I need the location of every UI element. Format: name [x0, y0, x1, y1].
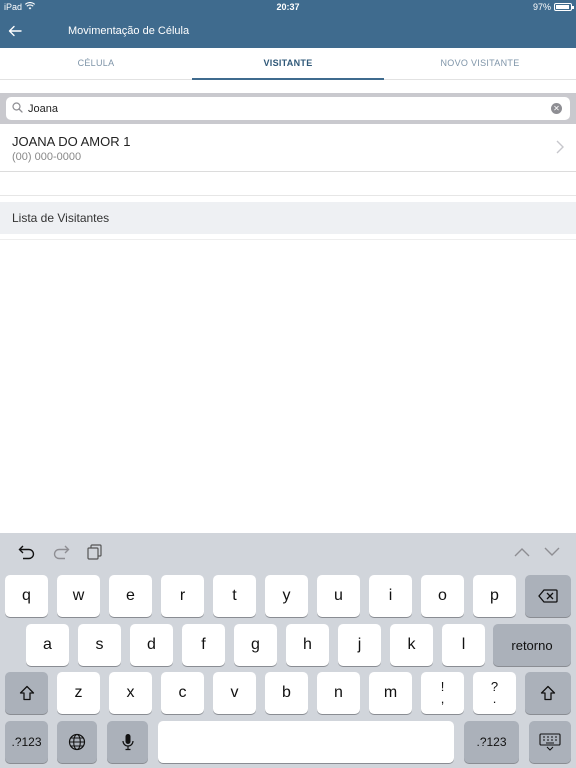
key-c[interactable]: c	[161, 672, 204, 714]
key-w[interactable]: w	[57, 575, 100, 617]
backspace-icon	[538, 589, 558, 603]
punct-bottom: .	[492, 691, 497, 706]
tab-bar: CÉLULA VISITANTE NOVO VISITANTE	[0, 48, 576, 80]
globe-icon	[68, 733, 86, 751]
section-header: Lista de Visitantes	[0, 202, 576, 234]
key-r[interactable]: r	[161, 575, 204, 617]
key-d[interactable]: d	[130, 624, 173, 666]
nav-bar: Movimentação de Célula	[0, 16, 576, 48]
key-n[interactable]: n	[317, 672, 360, 714]
shift-icon	[540, 685, 556, 701]
list-item[interactable]: JOANA DO AMOR 1 (00) 000-0000	[0, 124, 576, 172]
key-v[interactable]: v	[213, 672, 256, 714]
key-h[interactable]: h	[286, 624, 329, 666]
dictation-key[interactable]	[107, 721, 148, 763]
tab-celula[interactable]: CÉLULA	[0, 48, 192, 79]
key-k[interactable]: k	[390, 624, 433, 666]
key-question-period[interactable]: ? .	[473, 672, 516, 714]
dismiss-keyboard-key[interactable]	[529, 721, 571, 763]
arrow-left-icon	[8, 25, 22, 37]
space-bar[interactable]	[158, 721, 454, 763]
search-bar: ✕	[0, 93, 576, 124]
tab-visitante[interactable]: VISITANTE	[192, 48, 384, 80]
shift-key-left[interactable]	[5, 672, 48, 714]
divider	[0, 195, 576, 196]
keyboard: q w e r t y u i o p a s d f g h j k l re…	[0, 533, 576, 768]
delete-key[interactable]	[525, 575, 571, 617]
key-p[interactable]: p	[473, 575, 516, 617]
battery-icon	[554, 3, 574, 11]
section-title: Lista de Visitantes	[12, 211, 110, 225]
key-i[interactable]: i	[369, 575, 412, 617]
key-exclamation-comma[interactable]: ! ,	[421, 672, 464, 714]
undo-icon[interactable]	[18, 544, 36, 560]
key-o[interactable]: o	[421, 575, 464, 617]
search-field-container: ✕	[6, 97, 570, 120]
shift-key-right[interactable]	[525, 672, 571, 714]
page-title: Movimentação de Célula	[68, 25, 190, 37]
microphone-icon	[121, 734, 134, 751]
keyboard-toolbar	[0, 533, 576, 571]
key-m[interactable]: m	[369, 672, 412, 714]
key-q[interactable]: q	[5, 575, 48, 617]
key-x[interactable]: x	[109, 672, 152, 714]
shift-icon	[19, 685, 34, 701]
key-j[interactable]: j	[338, 624, 381, 666]
status-bar: iPad 20:37 97%	[0, 0, 576, 16]
battery-percent: 97%	[532, 2, 551, 12]
punct-bottom: ,	[440, 691, 445, 706]
clear-search-icon[interactable]: ✕	[551, 103, 562, 114]
search-input[interactable]	[28, 100, 548, 117]
visitor-phone: (00) 000-0000	[12, 151, 82, 163]
key-f[interactable]: f	[182, 624, 225, 666]
visitor-name: JOANA DO AMOR 1	[12, 134, 131, 149]
paste-icon[interactable]	[87, 544, 103, 560]
key-y[interactable]: y	[265, 575, 308, 617]
numbers-key-right[interactable]: .?123	[464, 721, 519, 763]
key-b[interactable]: b	[265, 672, 308, 714]
key-g[interactable]: g	[234, 624, 277, 666]
tab-novo-visitante[interactable]: NOVO VISITANTE	[384, 48, 576, 79]
key-e[interactable]: e	[109, 575, 152, 617]
key-z[interactable]: z	[57, 672, 100, 714]
status-right: 97%	[532, 2, 574, 12]
status-time: 20:37	[276, 2, 300, 12]
back-button[interactable]	[4, 20, 26, 42]
divider	[0, 239, 576, 240]
return-key[interactable]: retorno	[493, 624, 571, 666]
key-u[interactable]: u	[317, 575, 360, 617]
key-t[interactable]: t	[213, 575, 256, 617]
search-icon	[12, 102, 23, 113]
numbers-key-left[interactable]: .?123	[5, 721, 48, 763]
chevron-right-icon	[556, 140, 564, 154]
key-l[interactable]: l	[442, 624, 485, 666]
globe-key[interactable]	[57, 721, 97, 763]
chevron-up-icon[interactable]	[514, 547, 530, 557]
redo-icon[interactable]	[52, 544, 70, 560]
key-s[interactable]: s	[78, 624, 121, 666]
key-a[interactable]: a	[26, 624, 69, 666]
keyboard-dismiss-icon	[539, 733, 561, 751]
chevron-down-icon[interactable]	[544, 547, 560, 557]
